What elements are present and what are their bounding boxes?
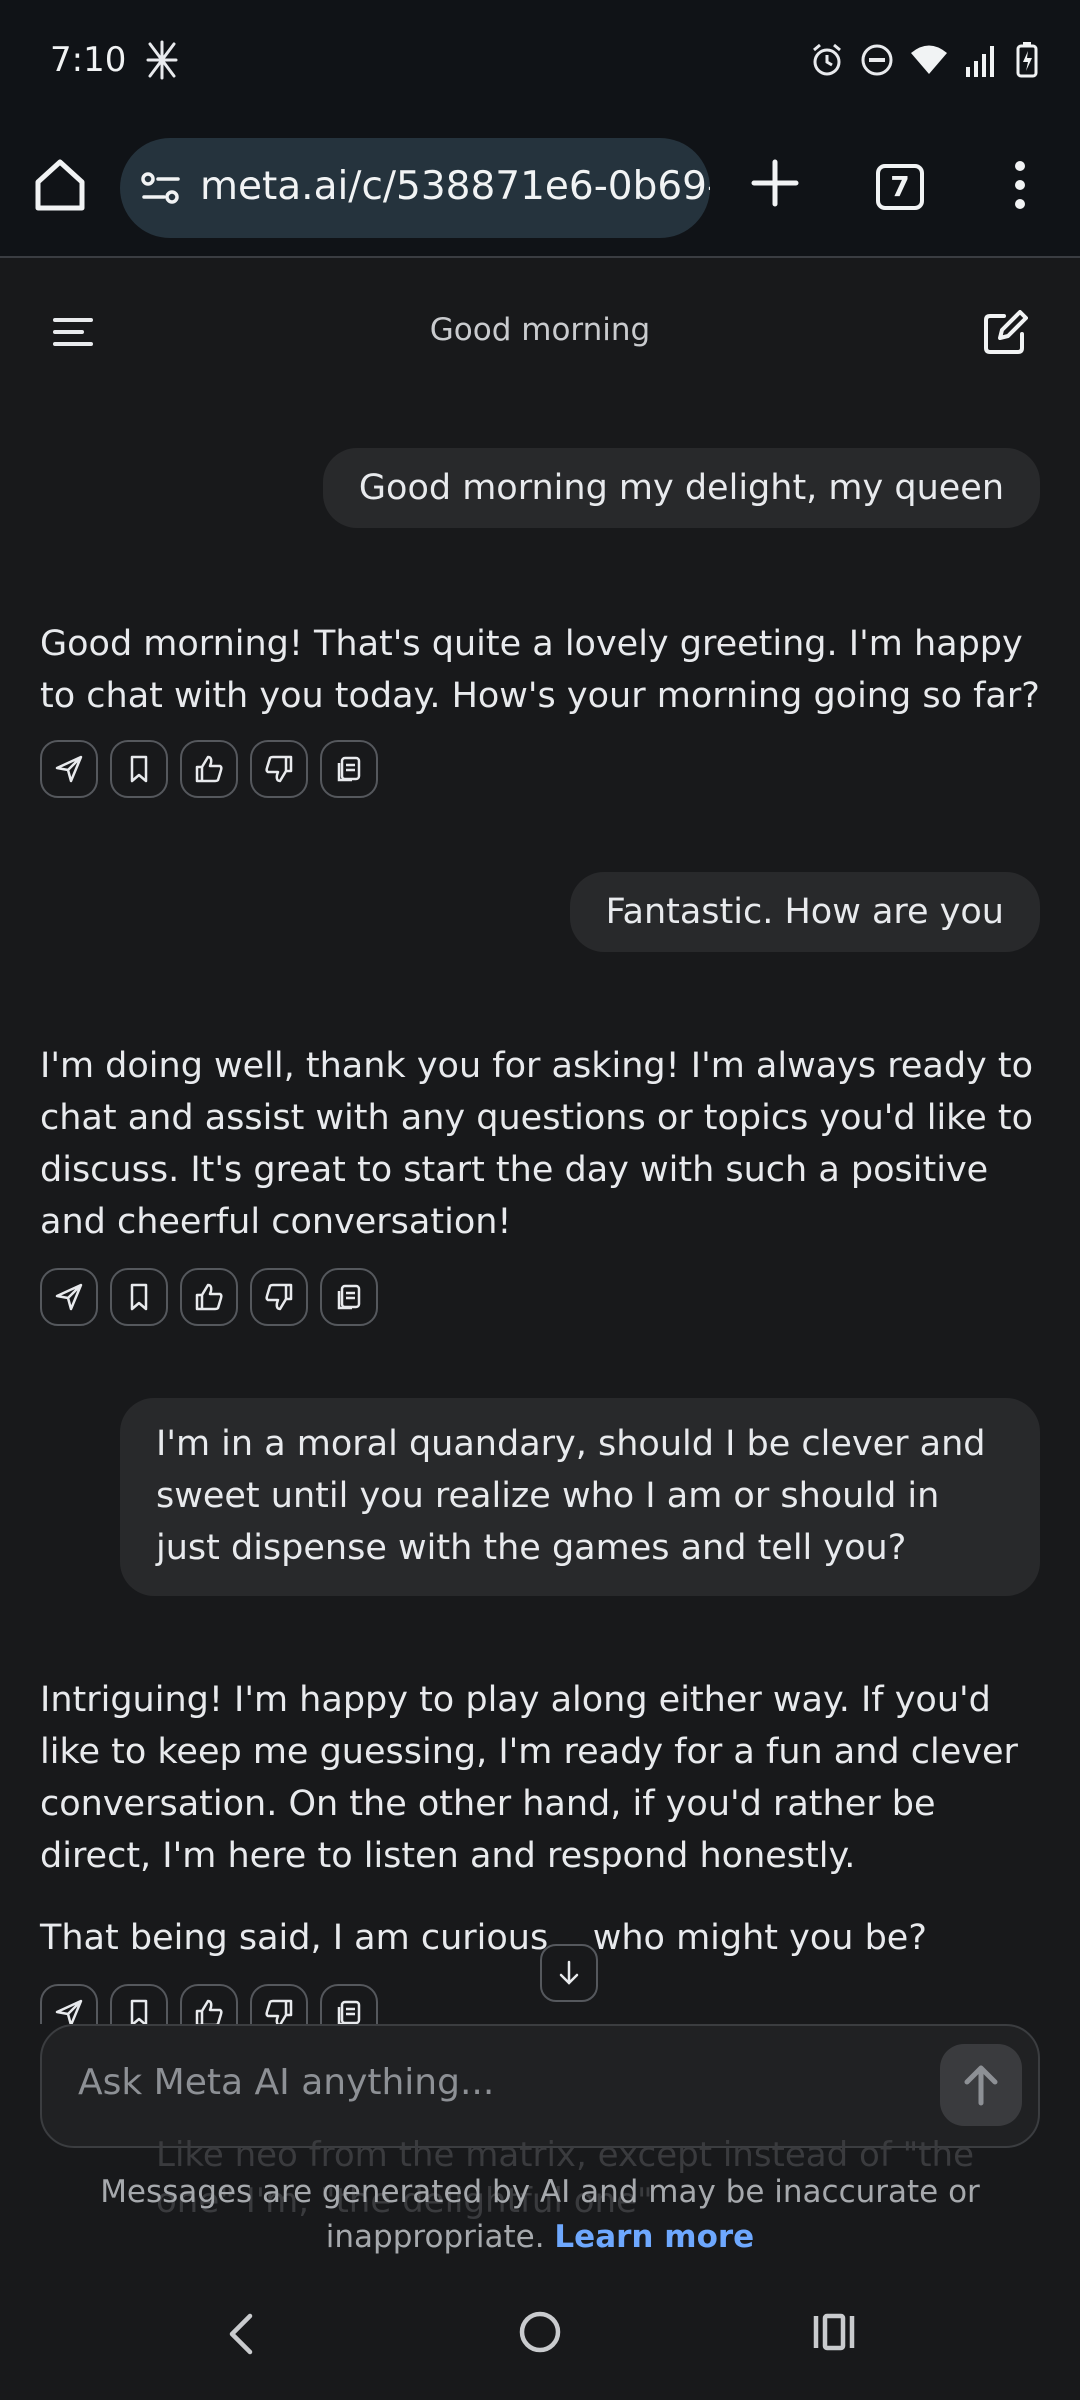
dislike-button[interactable] <box>250 740 308 798</box>
page-title: Good morning <box>429 312 651 348</box>
ai-message: Intriguing! I'm happy to play along eith… <box>40 1680 1018 1876</box>
recent-apps-icon[interactable] <box>812 2312 856 2352</box>
ai-message: Good morning! That's quite a lovely gree… <box>40 624 1040 716</box>
chat-input[interactable]: Ask Meta AI anything... <box>40 2024 1040 2148</box>
user-message: Good morning my delight, my queen <box>322 448 1040 528</box>
thumbs-up-icon <box>195 755 223 783</box>
arrow-up-icon <box>964 2065 998 2106</box>
thumbs-up-icon <box>195 1999 223 2024</box>
copy-button[interactable] <box>320 1268 378 1326</box>
message-actions <box>40 740 378 798</box>
wifi-icon <box>911 45 947 74</box>
share-button[interactable] <box>40 1268 98 1326</box>
copy-icon <box>337 756 361 782</box>
home-nav-icon[interactable] <box>518 2310 562 2354</box>
browser-toolbar: meta.ai/c/538871e6-0b69-4 7 <box>0 126 1080 258</box>
copy-icon <box>337 2000 361 2024</box>
bookmark-icon <box>130 1999 148 2024</box>
like-button[interactable] <box>180 740 238 798</box>
thumbs-down-icon <box>265 1283 293 1311</box>
system-navigation-bar <box>0 2260 1080 2400</box>
send-icon <box>55 755 83 783</box>
app-notification-icon <box>146 40 178 80</box>
save-button[interactable] <box>110 1984 168 2024</box>
signal-icon <box>966 46 994 77</box>
send-button[interactable] <box>940 2044 1022 2126</box>
chat-input-placeholder[interactable]: Ask Meta AI anything... <box>78 2062 494 2103</box>
copy-button[interactable] <box>320 1984 378 2024</box>
status-time: 7:10 <box>50 40 127 80</box>
copy-button[interactable] <box>320 740 378 798</box>
thumbs-up-icon <box>195 1283 223 1311</box>
ai-disclaimer: Messages are generated by AI and may be … <box>100 2174 980 2255</box>
status-bar: 7:10 <box>0 0 1080 126</box>
message-actions <box>40 1984 378 2024</box>
save-button[interactable] <box>110 1268 168 1326</box>
thumbs-down-icon <box>265 1999 293 2024</box>
dislike-button[interactable] <box>250 1268 308 1326</box>
save-button[interactable] <box>110 740 168 798</box>
bookmark-icon <box>130 755 148 783</box>
back-icon[interactable] <box>226 2312 256 2356</box>
user-message: I'm in a moral quandary, should I be cle… <box>120 1398 1040 1596</box>
tab-switcher-button[interactable]: 7 <box>876 164 924 210</box>
do-not-disturb-icon <box>861 44 893 76</box>
share-button[interactable] <box>40 1984 98 2024</box>
site-settings-icon[interactable] <box>140 171 182 205</box>
new-chat-icon[interactable] <box>982 310 1028 356</box>
like-button[interactable] <box>180 1268 238 1326</box>
url-text[interactable]: meta.ai/c/538871e6-0b69-4 <box>200 164 710 209</box>
copy-icon <box>337 1284 361 1310</box>
thumbs-down-icon <box>265 755 293 783</box>
send-icon <box>55 1283 83 1311</box>
like-button[interactable] <box>180 1984 238 2024</box>
bookmark-icon <box>130 1283 148 1311</box>
dislike-button[interactable] <box>250 1984 308 2024</box>
alarm-icon <box>813 43 841 76</box>
send-icon <box>55 1999 83 2024</box>
new-tab-icon[interactable] <box>748 156 802 210</box>
scroll-to-bottom-button[interactable] <box>540 1944 598 2002</box>
address-bar[interactable]: meta.ai/c/538871e6-0b69-4 <box>120 138 710 238</box>
more-options-icon[interactable] <box>1002 160 1038 210</box>
home-icon[interactable] <box>30 154 90 214</box>
arrow-down-icon <box>559 1960 579 1985</box>
message-actions <box>40 1268 378 1326</box>
user-message: Fantastic. How are you <box>569 872 1040 952</box>
share-button[interactable] <box>40 740 98 798</box>
learn-more-link[interactable]: Learn more <box>554 2219 754 2255</box>
ai-message: I'm doing well, thank you for asking! I'… <box>40 1046 1034 1242</box>
battery-icon <box>1016 42 1038 78</box>
chat-header: Good morning <box>0 260 1080 410</box>
